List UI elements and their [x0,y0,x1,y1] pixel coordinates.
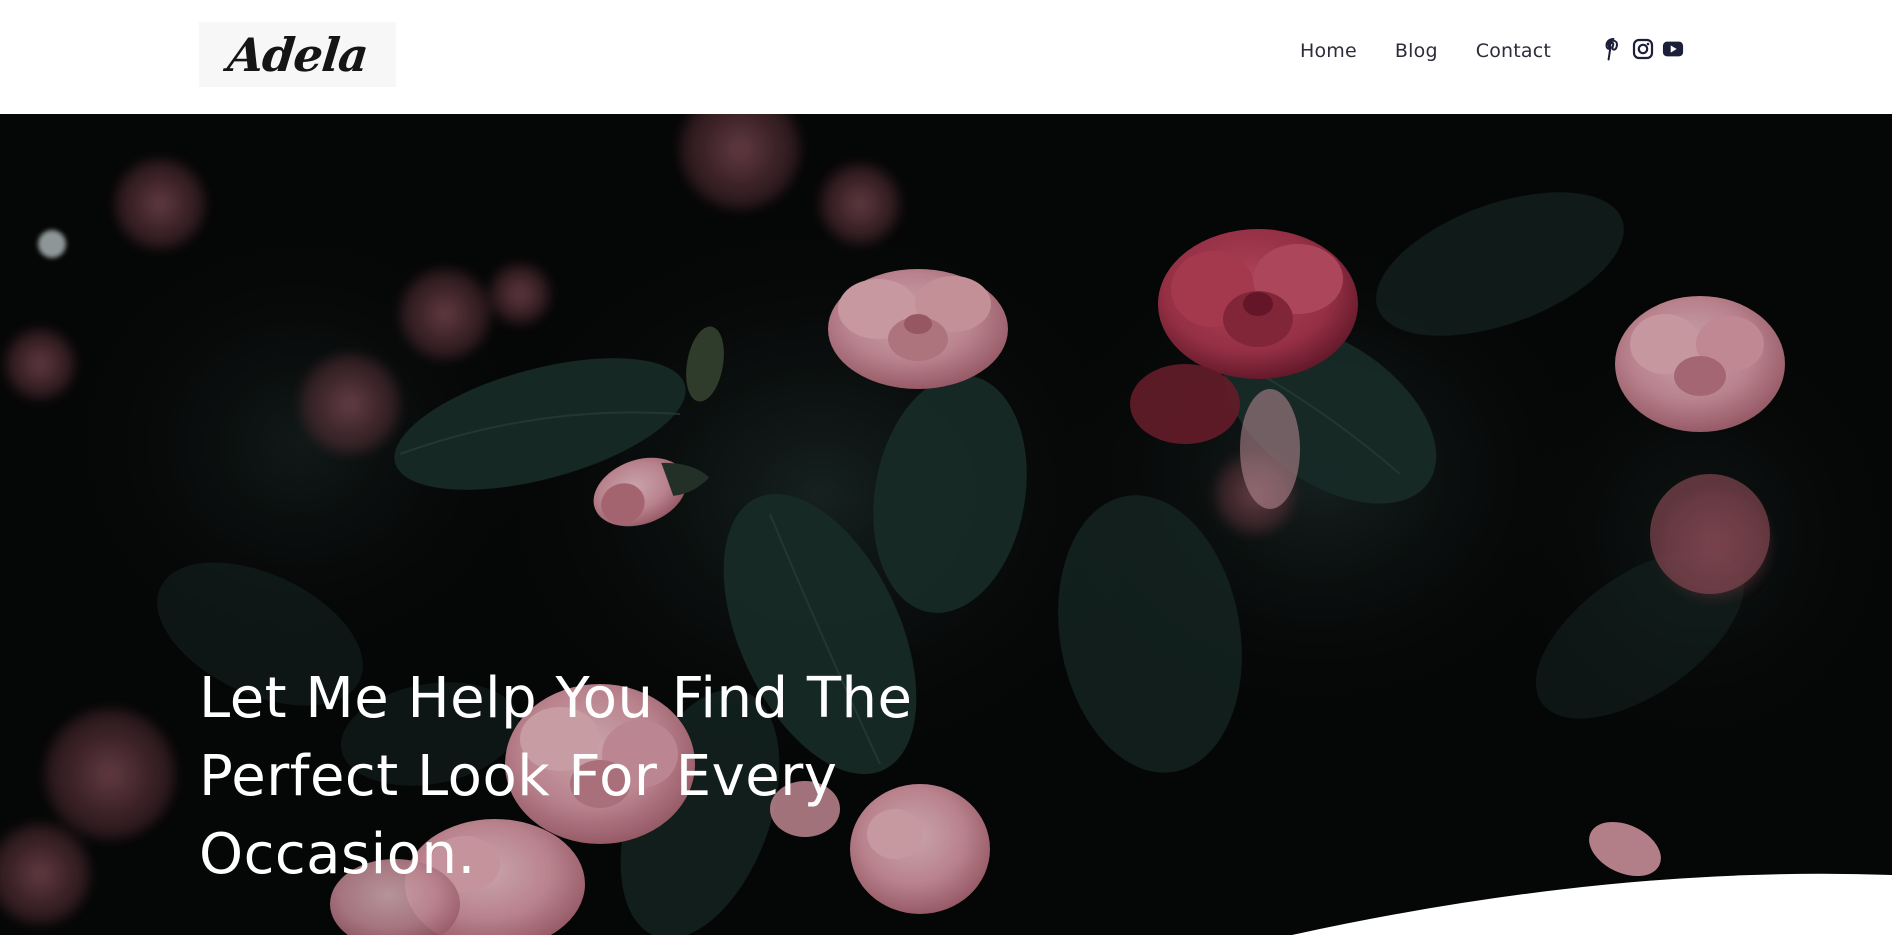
pinterest-icon[interactable] [1602,36,1624,62]
hero-wave-divider [1292,873,1892,935]
hero-title: Let Me Help You Find The Perfect Look Fo… [199,666,913,887]
nav-home[interactable]: Home [1300,40,1357,62]
youtube-icon[interactable] [1662,36,1684,62]
site-header: Adela Home Blog Contact [0,0,1892,114]
instagram-icon[interactable] [1632,36,1654,62]
nav-blog[interactable]: Blog [1395,40,1438,62]
logo-text: Adela [224,27,371,82]
social-links [1602,36,1684,62]
site-logo[interactable]: Adela [199,22,396,87]
nav-contact[interactable]: Contact [1476,40,1551,62]
main-nav: Home Blog Contact [1300,40,1551,62]
hero-section: Let Me Help You Find The Perfect Look Fo… [0,114,1892,935]
